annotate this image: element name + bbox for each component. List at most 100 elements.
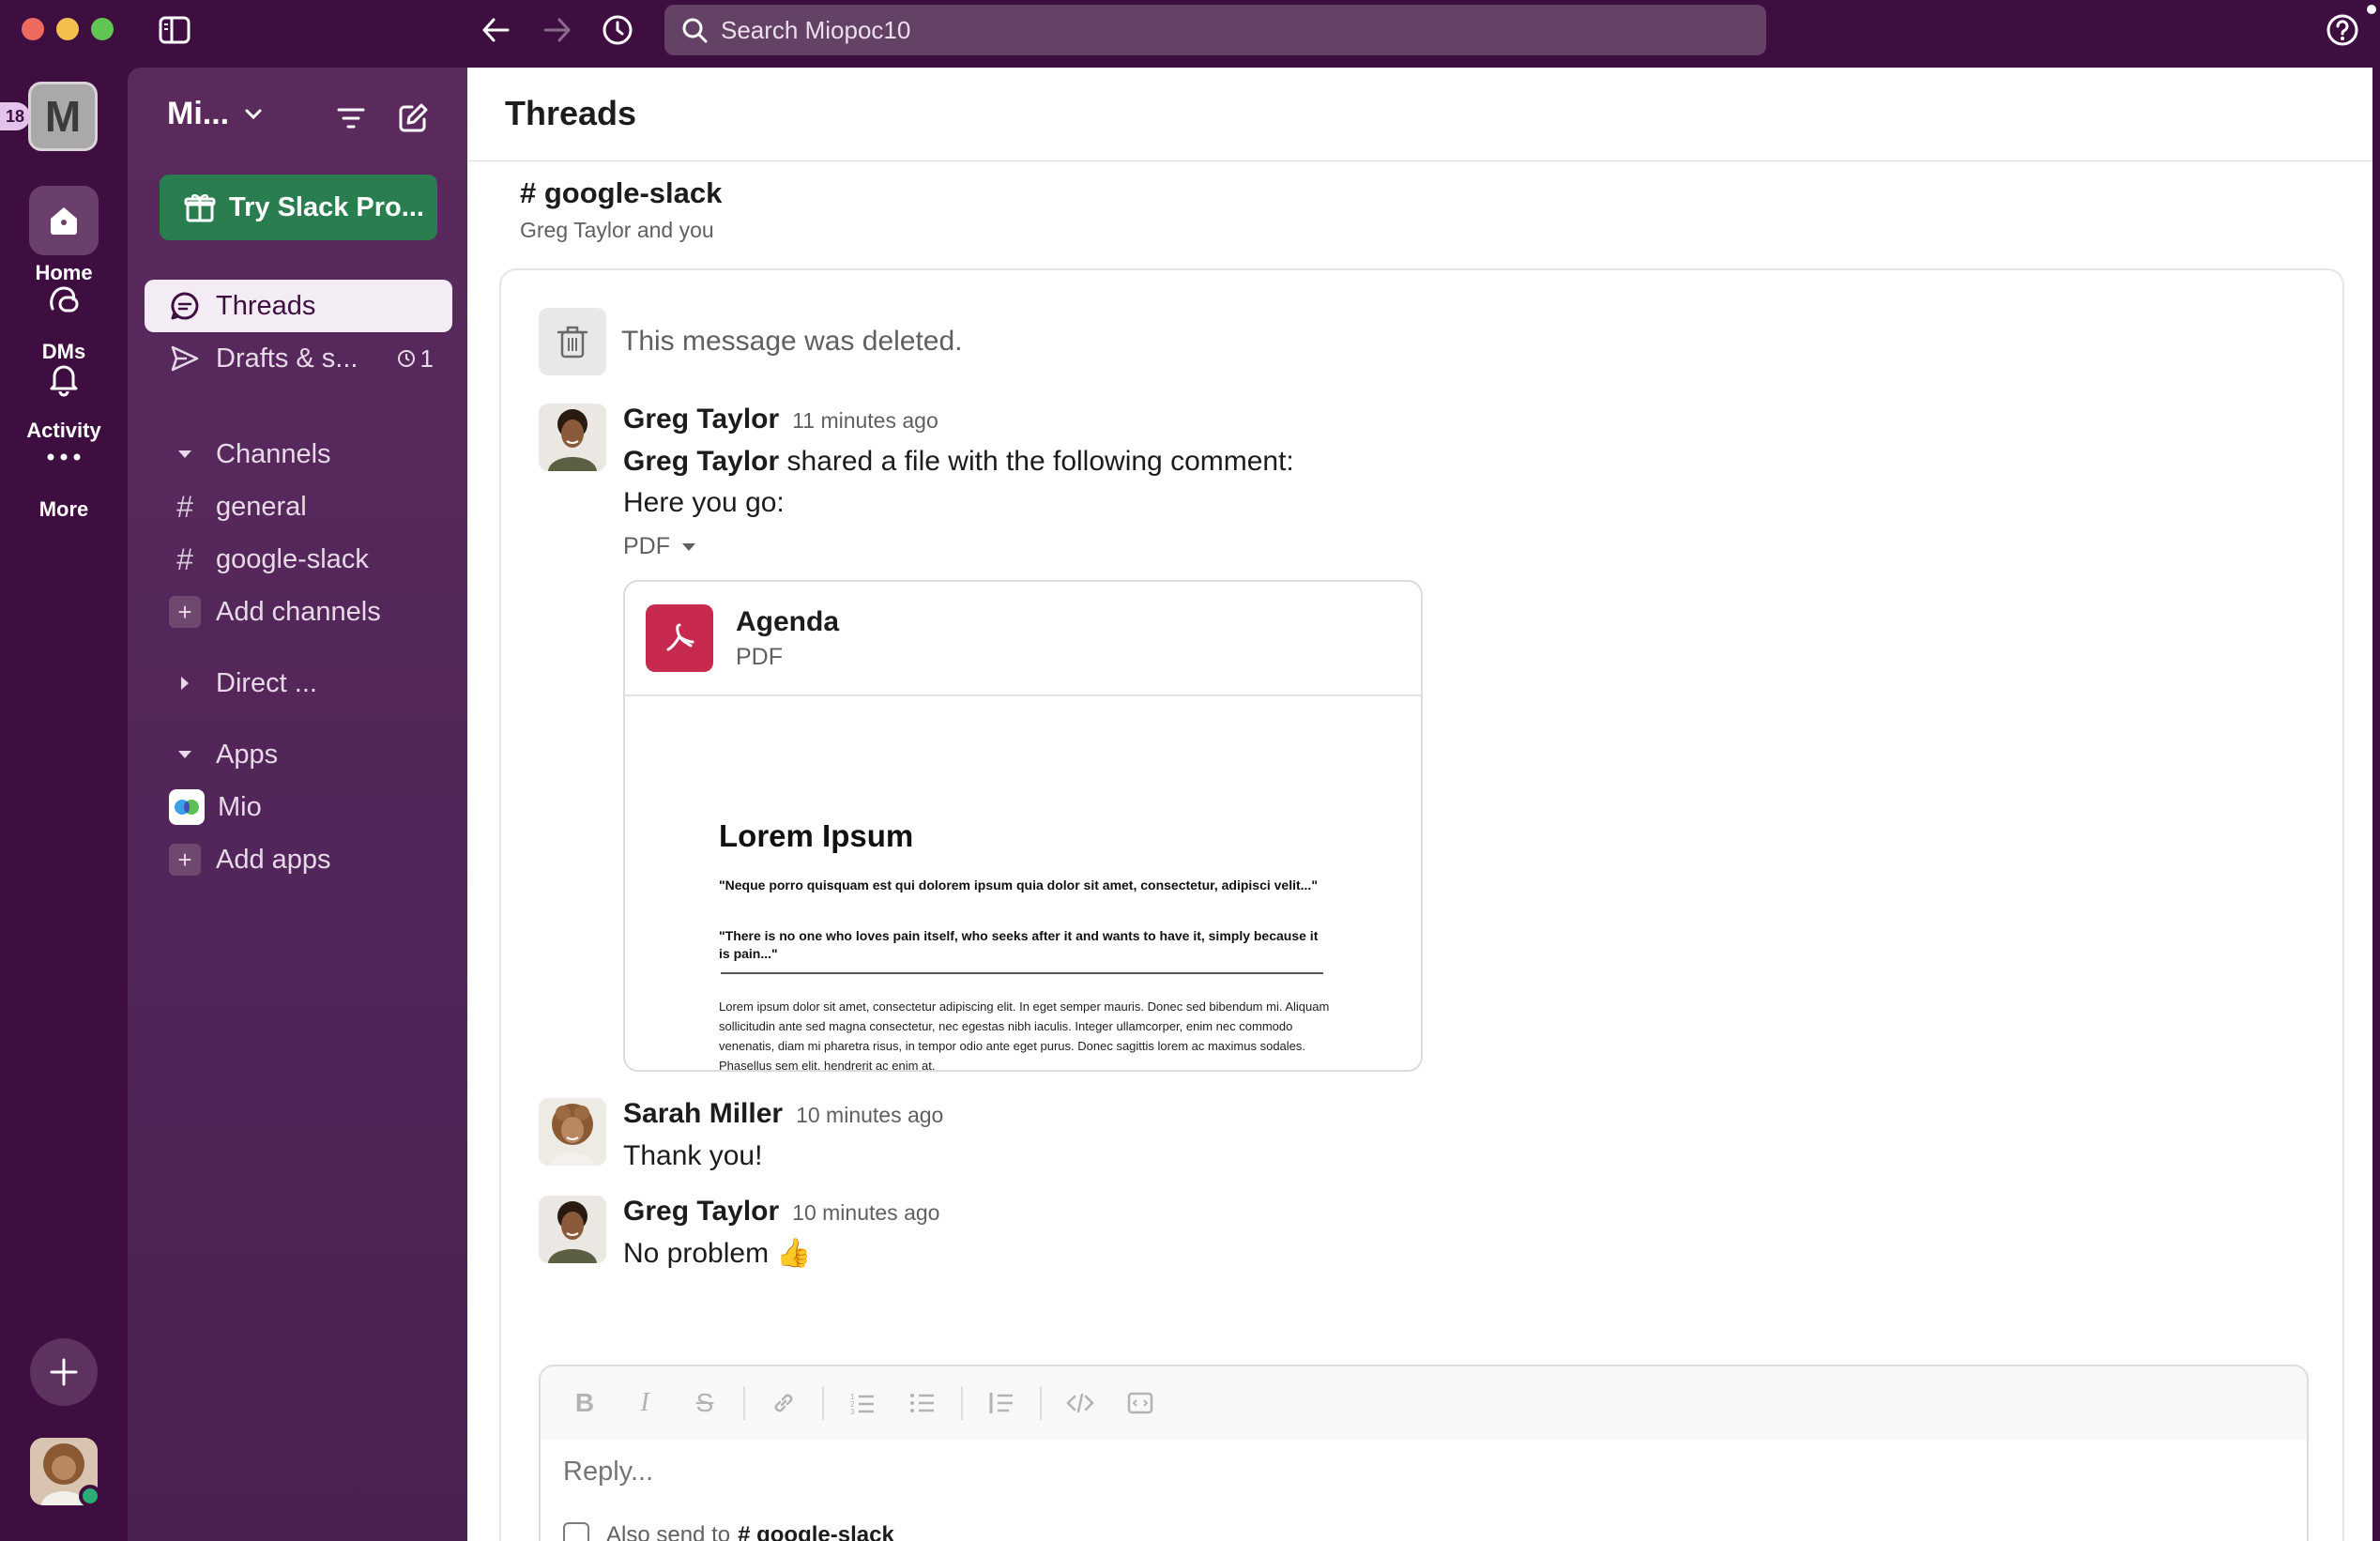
file-attachment-card[interactable]: Agenda PDF Lorem Ipsum "Neque porro quis… <box>623 580 1423 1072</box>
strikethrough-icon[interactable]: S <box>683 1381 726 1425</box>
pdf-preview[interactable]: Lorem Ipsum "Neque porro quisquam est qu… <box>625 696 1421 1072</box>
file-type: PDF <box>736 643 783 670</box>
close-window-button[interactable] <box>22 18 44 40</box>
main-header: Threads <box>467 68 2372 161</box>
code-block-icon[interactable] <box>1119 1381 1162 1425</box>
message-text: Greg Taylor shared a file with the follo… <box>623 446 1294 518</box>
sidebar-item-drafts[interactable]: Drafts & s... 1 <box>145 332 452 385</box>
gift-icon <box>184 191 216 223</box>
preview-title: Lorem Ipsum <box>719 818 914 853</box>
thread-participants: Greg Taylor and you <box>520 218 714 242</box>
also-send-option: Also send to # google-slack <box>563 1522 894 1541</box>
mio-logo-icon <box>169 789 205 825</box>
preview-divider <box>721 972 1323 974</box>
help-icon[interactable] <box>2326 13 2359 47</box>
add-apps-button[interactable]: + Add apps <box>145 833 452 886</box>
try-slack-pro-button[interactable]: Try Slack Pro... <box>160 175 437 240</box>
avatar-greg-taylor[interactable] <box>539 1196 606 1263</box>
message-item: Greg Taylor 10 minutes ago No problem 👍 <box>539 1196 939 1274</box>
caret-down-icon <box>169 749 201 760</box>
search-placeholder: Search Miopoc10 <box>721 15 911 44</box>
search-bar[interactable]: Search Miopoc10 <box>664 5 1766 55</box>
direct-messages-section-header[interactable]: Direct ... <box>145 657 452 709</box>
trash-icon <box>539 308 606 375</box>
history-clock-icon[interactable] <box>601 13 634 47</box>
bold-icon[interactable]: B <box>563 1381 606 1425</box>
back-arrow-icon[interactable] <box>479 13 512 47</box>
message-author[interactable]: Greg Taylor <box>623 1196 779 1228</box>
workspace-name: Mi... <box>167 96 230 131</box>
dms-icon <box>29 265 99 334</box>
sidebar-item-app-mio[interactable]: Mio <box>145 781 452 833</box>
caret-right-icon <box>169 675 201 692</box>
avatar-greg-taylor[interactable] <box>539 404 606 471</box>
chevron-down-icon <box>244 108 263 121</box>
channel-sidebar: Mi... Try Slack Pro... Threads Drafts & … <box>128 68 467 1541</box>
sidebar-item-channel-general[interactable]: # general <box>145 481 452 533</box>
plus-icon <box>50 1358 78 1386</box>
forward-arrow-icon[interactable] <box>541 13 574 47</box>
deleted-message: This message was deleted. <box>539 308 963 375</box>
sidebar-item-channel-google-slack[interactable]: # google-slack <box>145 533 452 586</box>
blockquote-icon[interactable] <box>980 1381 1023 1425</box>
message-timestamp[interactable]: 10 minutes ago <box>796 1103 943 1128</box>
zoom-window-button[interactable] <box>91 18 114 40</box>
file-name: Agenda <box>736 605 840 637</box>
message-author[interactable]: Greg Taylor <box>623 404 779 435</box>
code-icon[interactable] <box>1059 1381 1102 1425</box>
sidebar-item-label: Drafts & s... <box>216 343 359 374</box>
ordered-list-icon[interactable]: 123 <box>841 1381 884 1425</box>
toolbar-divider <box>961 1386 963 1420</box>
minimize-window-button[interactable] <box>56 18 79 40</box>
reply-input[interactable] <box>563 1457 2252 1488</box>
sidebar-item-threads[interactable]: Threads <box>145 280 452 332</box>
reply-composer: B I S 123 Reply... Also send to # google… <box>539 1365 2309 1541</box>
threads-icon <box>169 291 201 321</box>
hash-icon: # <box>176 489 193 524</box>
preview-quote: "Neque porro quisquam est qui dolorem ip… <box>719 877 1318 893</box>
message-text: No problem 👍 <box>623 1238 812 1269</box>
workspace-rail: M 18 Home DMs Activity More <box>0 68 128 1541</box>
bell-icon <box>29 343 99 413</box>
message-timestamp[interactable]: 10 minutes ago <box>792 1200 939 1226</box>
plus-icon: + <box>169 844 201 876</box>
link-icon[interactable] <box>762 1381 805 1425</box>
message-text: Thank you! <box>623 1140 763 1171</box>
sidebar-item-label: Threads <box>216 290 316 321</box>
search-icon <box>681 17 708 43</box>
more-icon <box>29 422 99 492</box>
rail-item-more[interactable]: More <box>0 422 128 522</box>
workspace-name-menu[interactable]: Mi... <box>167 96 263 132</box>
online-status-indicator <box>79 1485 101 1507</box>
message-author[interactable]: Sarah Miller <box>623 1098 783 1130</box>
workspace-switcher[interactable]: M <box>28 82 98 151</box>
thread-channel-name[interactable]: # google-slack <box>520 176 722 210</box>
add-channels-button[interactable]: + Add channels <box>145 586 452 638</box>
add-workspace-button[interactable] <box>30 1338 98 1406</box>
notification-dot <box>2367 5 2376 14</box>
unread-count-badge: 18 <box>0 102 31 130</box>
italic-icon[interactable]: I <box>623 1381 666 1425</box>
rail-label: More <box>38 497 89 521</box>
main-pane: Threads # google-slack Greg Taylor and y… <box>467 68 2372 1541</box>
preview-paragraph: Lorem ipsum dolor sit amet, consectetur … <box>719 999 1330 1072</box>
apps-section-header[interactable]: Apps <box>145 728 452 781</box>
bullet-list-icon[interactable] <box>901 1381 944 1425</box>
message-timestamp[interactable]: 11 minutes ago <box>792 408 938 434</box>
compose-icon[interactable] <box>390 96 435 141</box>
caret-down-icon <box>169 449 201 460</box>
sidebar-toggle-icon[interactable] <box>158 13 191 47</box>
avatar-sarah-miller[interactable] <box>539 1098 606 1166</box>
toolbar-divider <box>1040 1386 1042 1420</box>
channels-section-header[interactable]: Channels <box>145 428 452 481</box>
also-send-checkbox[interactable] <box>563 1522 589 1541</box>
title-bar: Search Miopoc10 <box>0 0 2380 68</box>
hash-icon: # <box>176 542 193 576</box>
send-icon <box>169 344 201 373</box>
caret-down-icon <box>682 542 695 551</box>
file-collapse-toggle[interactable]: PDF <box>623 533 1294 560</box>
home-icon <box>29 186 99 255</box>
message-item: Greg Taylor 11 minutes ago Greg Taylor s… <box>539 404 1294 560</box>
filter-icon[interactable] <box>328 96 374 141</box>
toolbar-divider <box>743 1386 745 1420</box>
